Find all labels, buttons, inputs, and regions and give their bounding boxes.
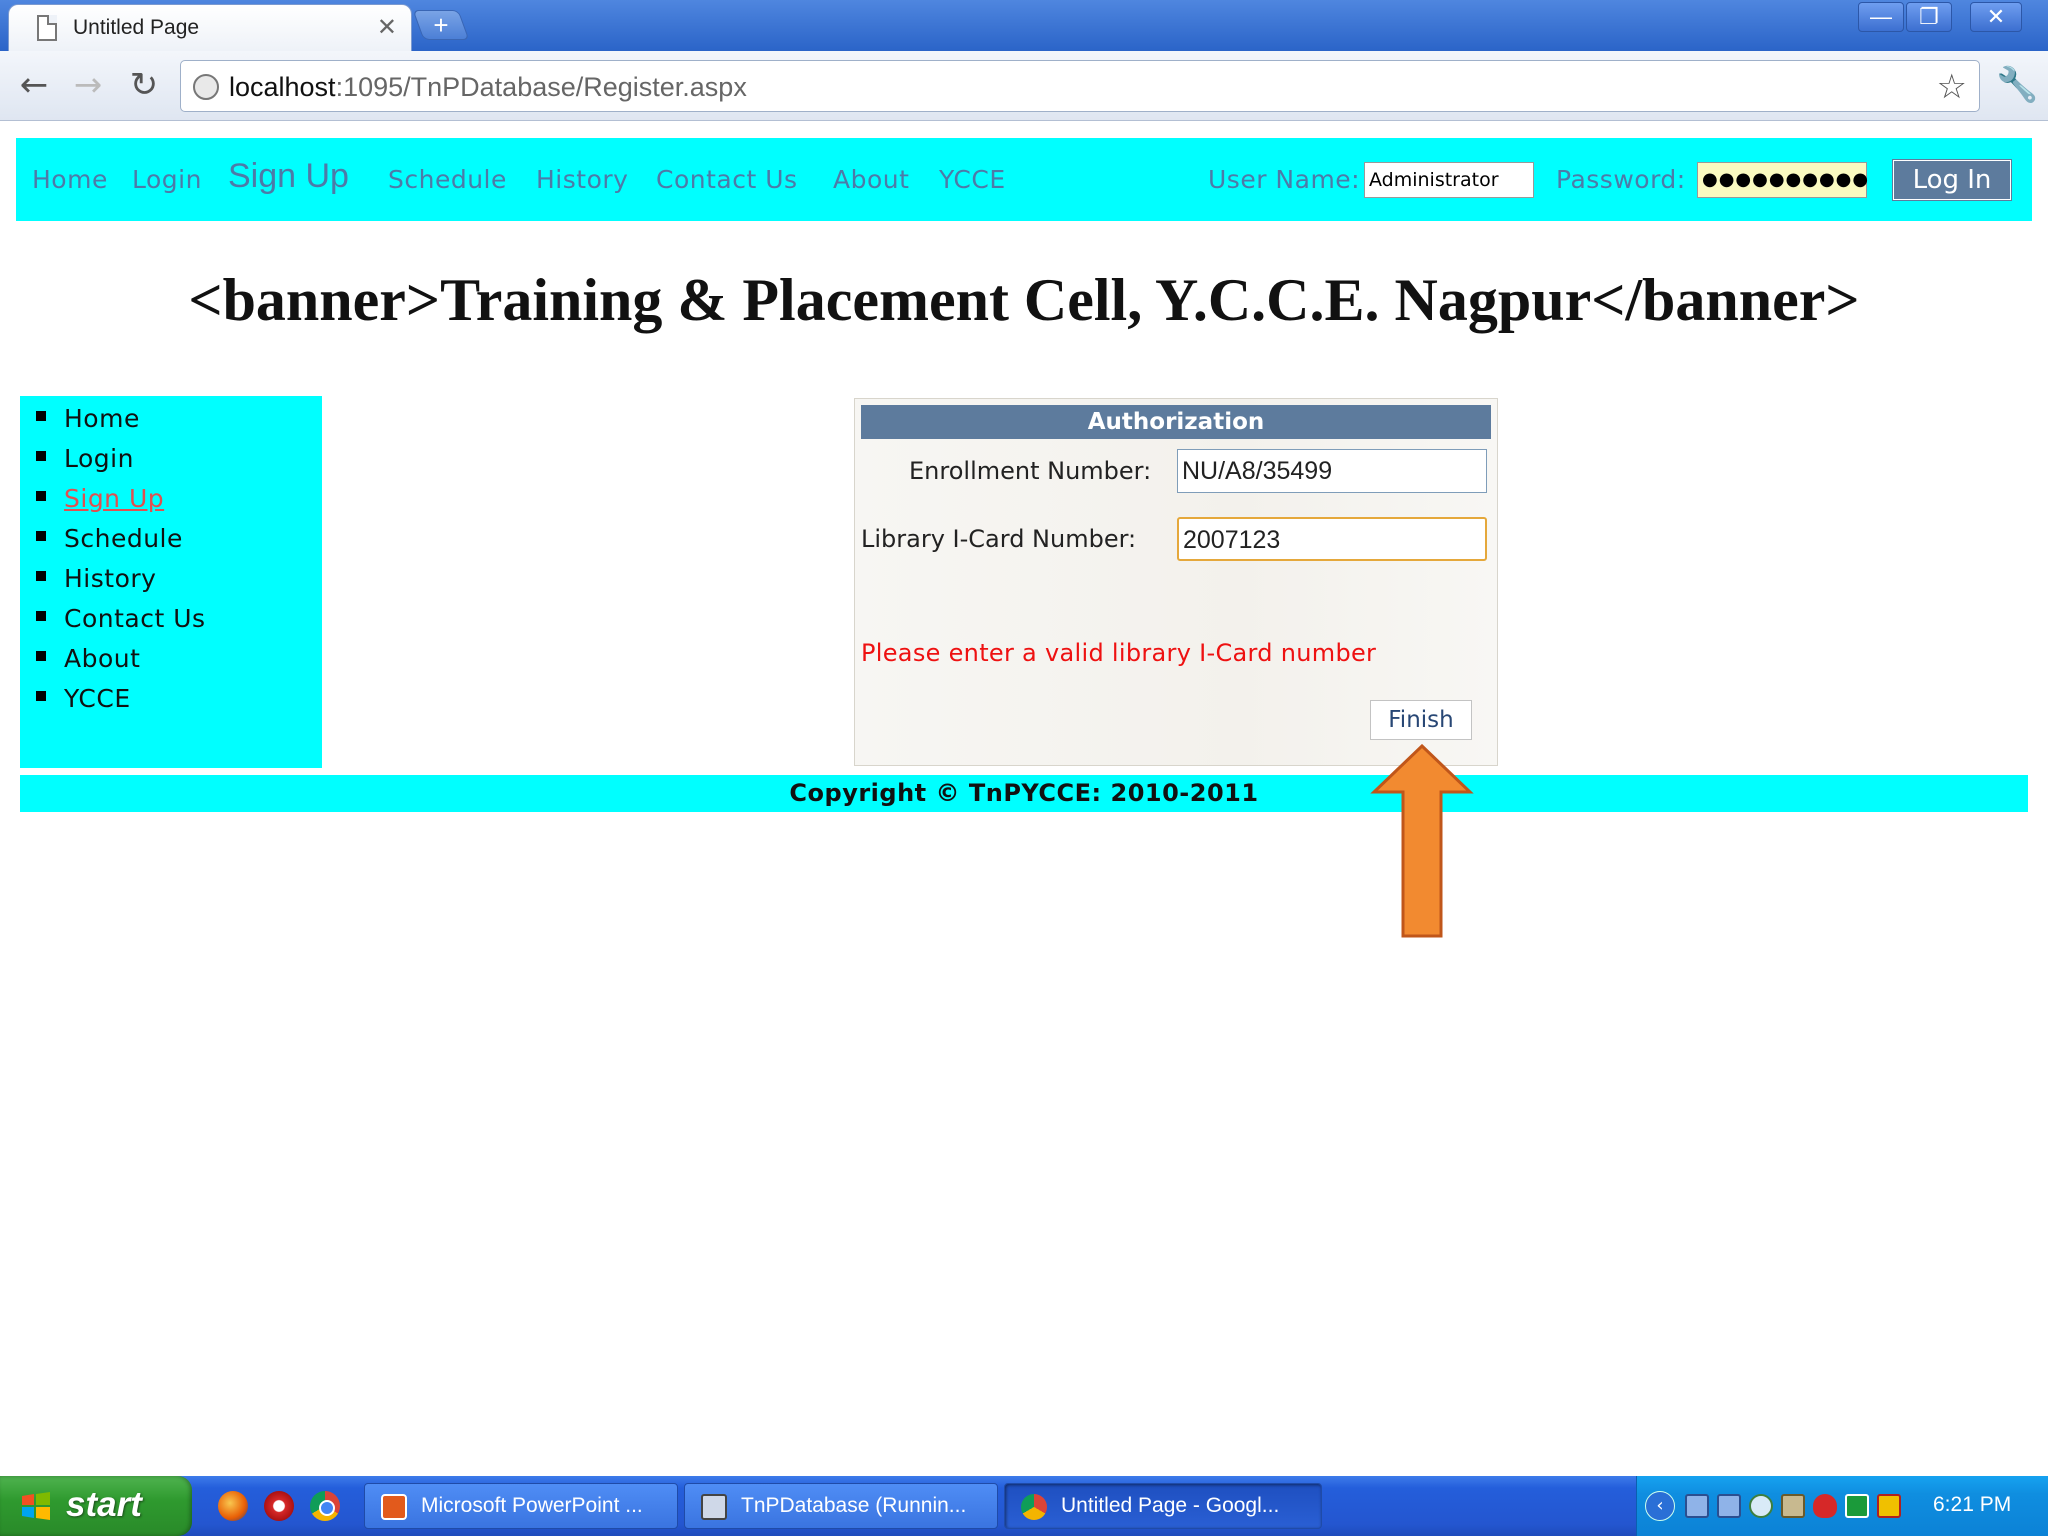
browser-tab[interactable]: Untitled Page ✕ xyxy=(8,4,412,51)
sidebar-menu: Home Login Sign Up Schedule History Cont… xyxy=(20,396,322,768)
library-card-number-input[interactable]: 2007123 xyxy=(1177,517,1487,561)
start-button[interactable]: start xyxy=(0,1476,192,1536)
clock[interactable]: 6:21 PM xyxy=(1933,1493,2011,1517)
powerpoint-icon xyxy=(381,1494,407,1520)
sidebar-item-label: Sign Up xyxy=(64,484,165,513)
reload-icon[interactable]: ↻ xyxy=(122,63,166,107)
topnav-home[interactable]: Home xyxy=(32,165,108,194)
restore-button[interactable]: ❐ xyxy=(1906,2,1952,32)
page-footer: Copyright © TnPYCCE: 2010-2011 xyxy=(20,775,2028,812)
windows-taskbar: start Microsoft PowerPoint ... TnPDataba… xyxy=(0,1476,2048,1536)
windows-logo-icon xyxy=(22,1492,50,1520)
topnav-ycce[interactable]: YCCE xyxy=(939,165,1006,194)
annotation-arrow-shape xyxy=(1370,744,1474,938)
validation-error-message: Please enter a valid library I-Card numb… xyxy=(861,639,1377,667)
bullet-icon xyxy=(36,611,46,621)
password-label: Password: xyxy=(1556,165,1686,194)
authorization-panel: Authorization Enrollment Number: NU/A8/3… xyxy=(854,398,1498,766)
taskbar-item-powerpoint[interactable]: Microsoft PowerPoint ... xyxy=(364,1483,678,1529)
sidebar-item-label: History xyxy=(64,564,157,593)
sidebar-item-label: YCCE xyxy=(64,684,131,713)
bullet-icon xyxy=(36,571,46,581)
annotation-arrow-icon xyxy=(1370,744,1474,938)
authorization-title: Authorization xyxy=(861,405,1491,439)
copyright-text: Copyright © TnPYCCE: 2010-2011 xyxy=(789,779,1259,807)
taskbar-item-label: TnPDatabase (Runnin... xyxy=(741,1494,967,1517)
sidebar-item-label: Schedule xyxy=(64,524,183,553)
page-banner: <banner>Training & Placement Cell, Y.C.C… xyxy=(188,267,1860,333)
taskbar-item-chrome[interactable]: Untitled Page - Googl... xyxy=(1004,1483,1322,1529)
bullet-icon xyxy=(36,531,46,541)
search-icon[interactable] xyxy=(1749,1494,1773,1518)
topnav-contact-us[interactable]: Contact Us xyxy=(656,165,798,194)
bullet-icon xyxy=(36,691,46,701)
shield-icon[interactable] xyxy=(1813,1494,1837,1518)
opera-icon[interactable] xyxy=(264,1491,294,1521)
new-tab-button[interactable]: + xyxy=(412,10,470,40)
password-input[interactable]: ●●●●●●●●●● xyxy=(1697,162,1868,198)
enrollment-number-label: Enrollment Number: xyxy=(909,457,1152,485)
username-label: User Name: xyxy=(1208,165,1361,194)
log-in-button[interactable]: Log In xyxy=(1893,160,2011,200)
globe-icon xyxy=(193,74,219,100)
finish-button[interactable]: Finish xyxy=(1370,700,1472,740)
close-window-button[interactable]: ✕ xyxy=(1970,2,2022,32)
top-navigation: Home Login Sign Up Schedule History Cont… xyxy=(16,138,2032,221)
chrome-icon[interactable] xyxy=(310,1491,340,1521)
address-bar[interactable]: localhost:1095/TnPDatabase/Register.aspx… xyxy=(180,60,1980,112)
firefox-icon[interactable] xyxy=(218,1491,248,1521)
plus-icon: + xyxy=(433,10,449,40)
sidebar-item-label: About xyxy=(64,644,141,673)
start-label: start xyxy=(66,1485,142,1524)
star-icon[interactable]: ☆ xyxy=(1937,67,1967,107)
visual-studio-icon xyxy=(701,1494,727,1520)
sidebar-item-login[interactable]: Login xyxy=(36,444,134,480)
taskbar-item-label: Microsoft PowerPoint ... xyxy=(421,1494,643,1517)
topnav-schedule[interactable]: Schedule xyxy=(388,165,507,194)
browser-toolbar: ← → ↻ localhost:1095/TnPDatabase/Registe… xyxy=(0,51,2048,121)
forward-arrow-icon[interactable]: → xyxy=(66,63,110,107)
sidebar-item-sign-up[interactable]: Sign Up xyxy=(36,484,164,520)
sidebar-item-ycce[interactable]: YCCE xyxy=(36,684,131,720)
taskbar-item-tnpdatabase[interactable]: TnPDatabase (Runnin... xyxy=(684,1483,998,1529)
sidebar-item-home[interactable]: Home xyxy=(36,404,140,440)
sidebar-item-history[interactable]: History xyxy=(36,564,156,600)
sidebar-item-label: Login xyxy=(64,444,134,473)
minimize-button[interactable]: — xyxy=(1858,2,1904,32)
sidebar-item-schedule[interactable]: Schedule xyxy=(36,524,183,560)
url-text[interactable]: localhost:1095/TnPDatabase/Register.aspx xyxy=(229,72,747,103)
bullet-icon xyxy=(36,491,46,501)
sidebar-item-label: Contact Us xyxy=(64,604,206,633)
bullet-icon xyxy=(36,451,46,461)
library-card-number-label: Library I-Card Number: xyxy=(861,525,1137,553)
tool-icon[interactable] xyxy=(1781,1494,1805,1518)
network-icon[interactable] xyxy=(1717,1494,1741,1518)
app-icon[interactable] xyxy=(1845,1494,1869,1518)
show-hidden-icons-chevron-icon[interactable]: ‹ xyxy=(1645,1491,1675,1521)
topnav-sign-up[interactable]: Sign Up xyxy=(228,157,349,196)
antivirus-icon[interactable] xyxy=(1877,1494,1901,1518)
bullet-icon xyxy=(36,411,46,421)
sidebar-item-about[interactable]: About xyxy=(36,644,140,680)
topnav-history[interactable]: History xyxy=(536,165,628,194)
username-input[interactable]: Administrator xyxy=(1364,162,1534,198)
topnav-about[interactable]: About xyxy=(833,165,909,194)
sidebar-item-label: Home xyxy=(64,404,140,433)
enrollment-number-input[interactable]: NU/A8/35499 xyxy=(1177,449,1487,493)
topnav-login[interactable]: Login xyxy=(132,165,202,194)
browser-title-bar: Untitled Page ✕ + — ❐ ✕ xyxy=(0,0,2048,51)
network-icon[interactable] xyxy=(1685,1494,1709,1518)
tab-title: Untitled Page xyxy=(73,16,200,39)
chrome-icon xyxy=(1021,1494,1047,1520)
tab-close-icon[interactable]: ✕ xyxy=(377,13,397,42)
taskbar-item-label: Untitled Page - Googl... xyxy=(1061,1494,1280,1517)
bullet-icon xyxy=(36,651,46,661)
url-path: :1095/TnPDatabase/Register.aspx xyxy=(335,72,747,102)
sidebar-item-contact-us[interactable]: Contact Us xyxy=(36,604,206,640)
system-tray: ‹ 6:21 PM xyxy=(1636,1476,2048,1536)
back-arrow-icon[interactable]: ← xyxy=(12,63,56,107)
wrench-icon[interactable]: 🔧 xyxy=(1996,65,2038,105)
url-host: localhost xyxy=(229,72,336,102)
page-icon xyxy=(37,15,57,41)
